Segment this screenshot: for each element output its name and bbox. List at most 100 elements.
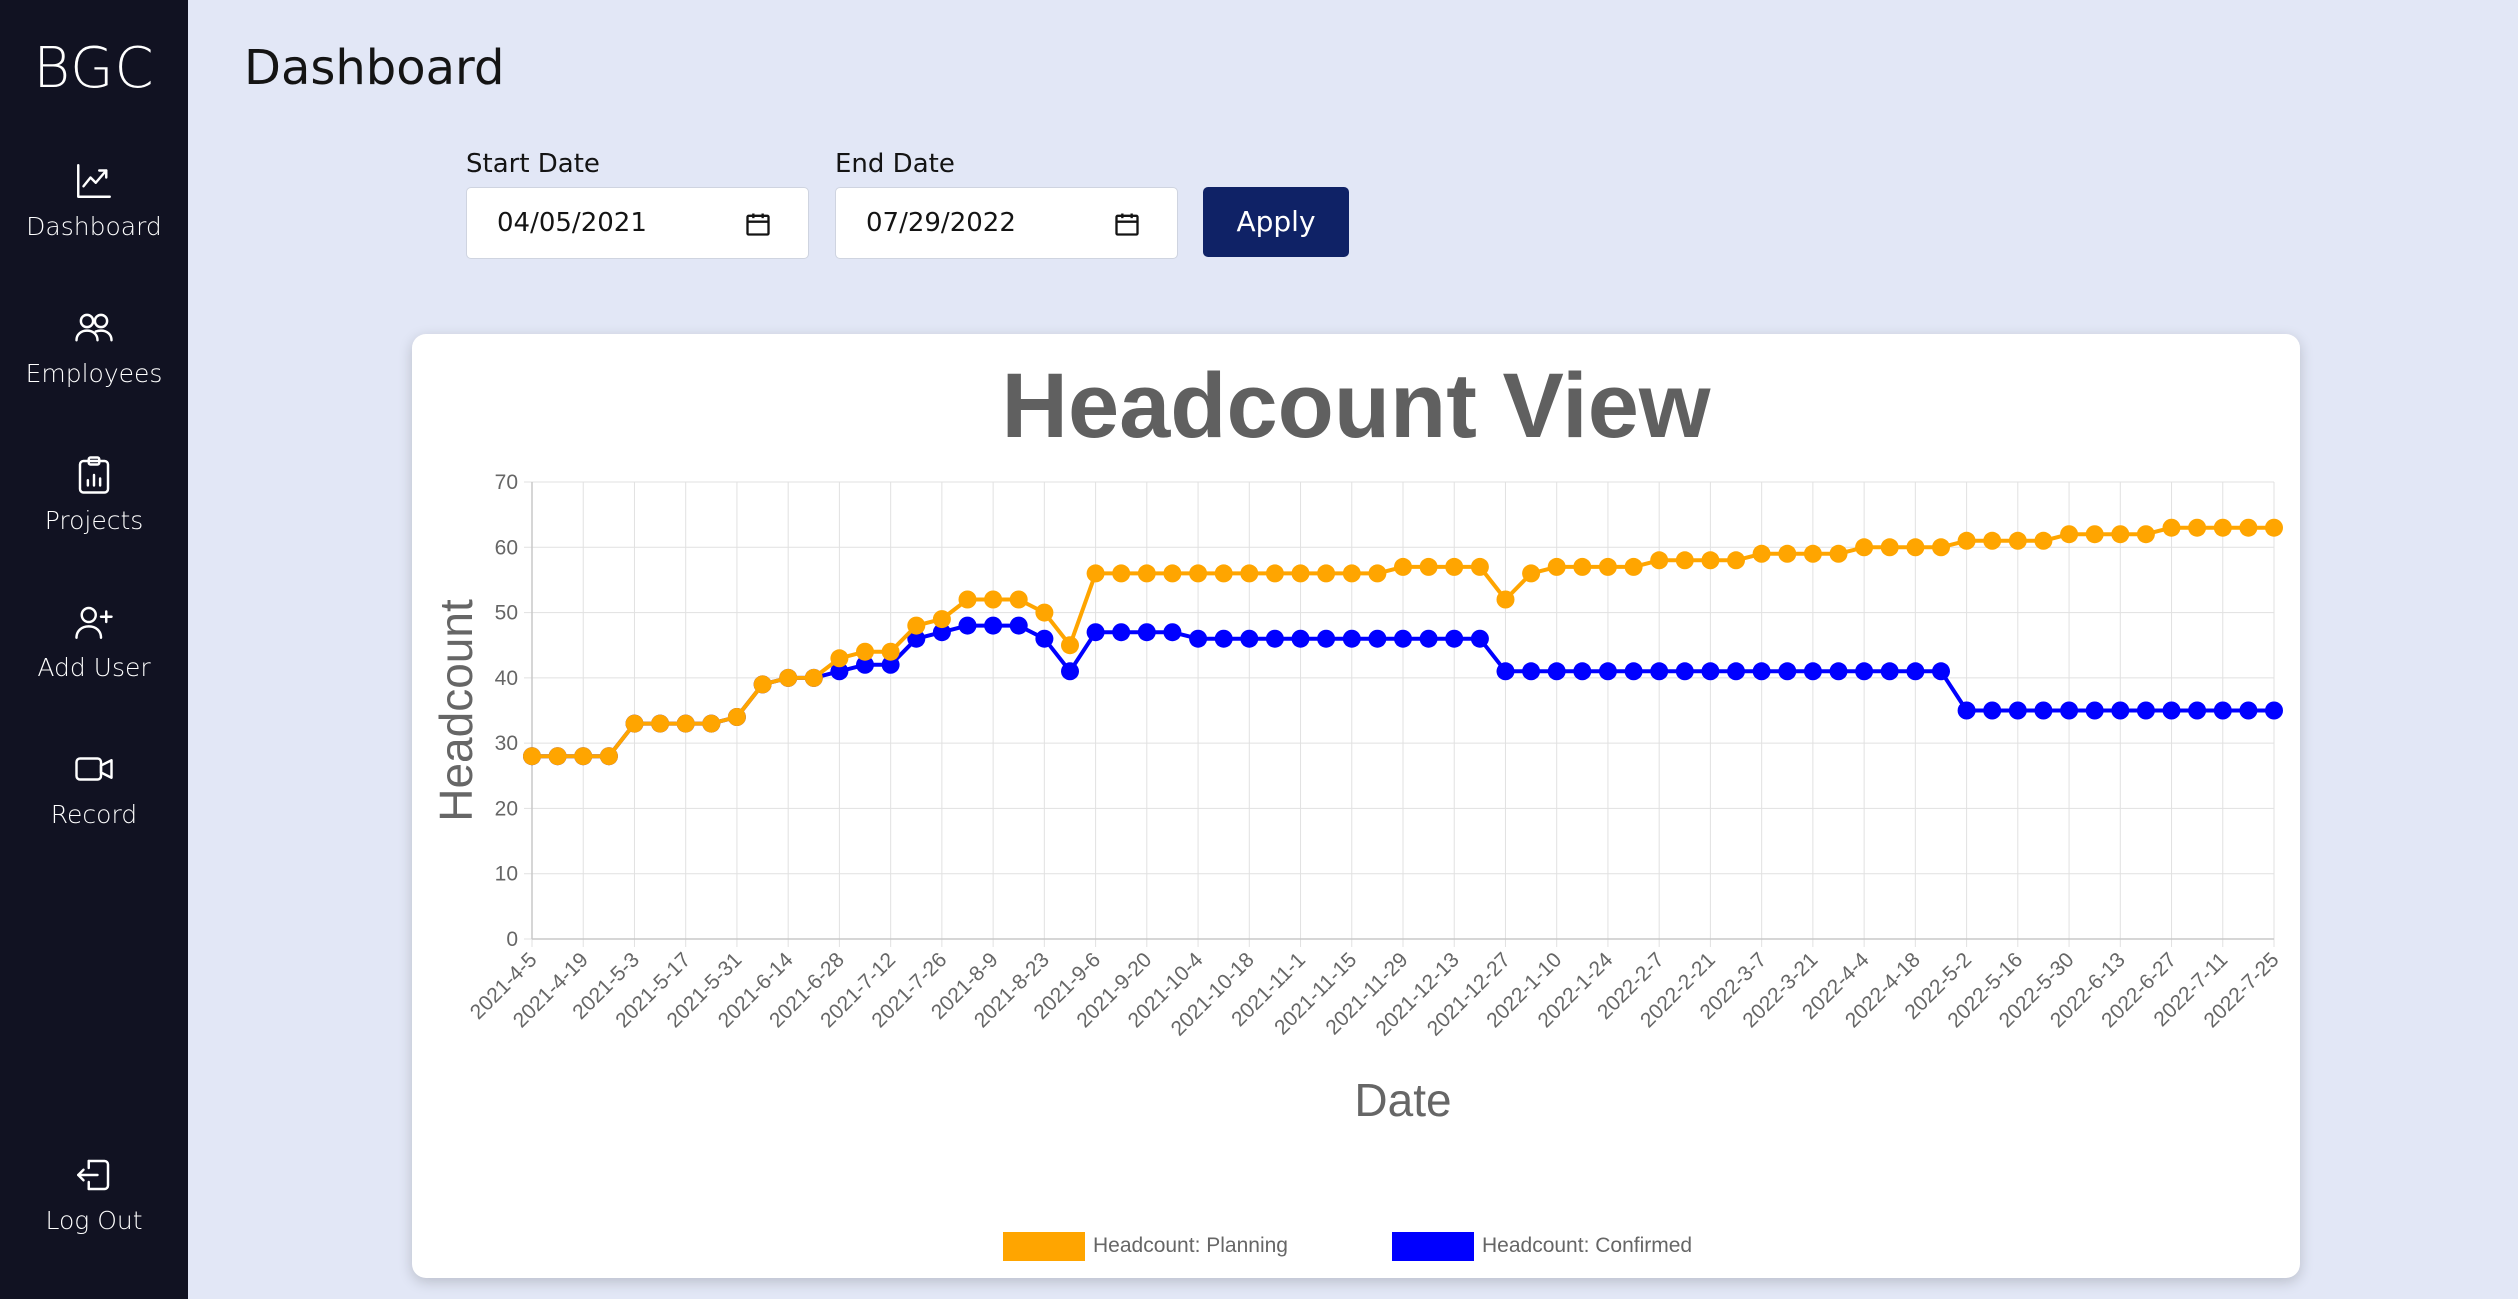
start-date-value: 04/05/2021	[497, 208, 647, 238]
data-point-confirmed	[1906, 662, 1925, 681]
data-point-confirmed	[1061, 662, 1079, 681]
data-point-planning	[1394, 557, 1412, 576]
y-tick-label: 40	[495, 667, 518, 690]
sidebar-item-projects[interactable]: Projects	[0, 454, 188, 535]
calendar-icon[interactable]	[744, 210, 772, 238]
data-point-planning	[2111, 525, 2130, 544]
clipboard-chart-icon	[78, 456, 110, 494]
data-point-confirmed	[1240, 629, 1259, 648]
data-point-planning	[881, 642, 900, 661]
x-axis-title: Date	[1354, 1074, 1451, 1126]
data-point-planning	[1803, 544, 1822, 563]
data-point-planning	[753, 675, 772, 694]
data-point-planning	[1265, 564, 1284, 583]
calendar-icon[interactable]	[1113, 210, 1141, 238]
sidebar-item-record[interactable]: Record	[0, 748, 188, 829]
data-point-confirmed	[1009, 616, 1028, 635]
data-point-confirmed	[1752, 662, 1771, 681]
data-point-confirmed	[1983, 701, 2002, 720]
data-point-planning	[1855, 538, 1874, 557]
data-point-planning	[2162, 518, 2181, 537]
logout-button[interactable]: Log Out	[0, 1154, 188, 1235]
data-point-planning	[1522, 564, 1541, 583]
data-point-planning	[2060, 525, 2079, 544]
data-point-confirmed	[1394, 629, 1412, 648]
y-tick-label: 50	[495, 602, 518, 625]
data-point-planning	[625, 714, 644, 733]
data-point-planning	[984, 590, 1003, 609]
data-point-planning	[1291, 564, 1310, 583]
data-point-planning	[1624, 557, 1643, 576]
data-point-confirmed	[2034, 701, 2053, 720]
data-point-confirmed	[1163, 623, 1182, 642]
sidebar-item-label: Add User	[37, 653, 151, 682]
data-point-planning	[2239, 518, 2258, 537]
chart-tick-labels: 0102030405060702021-4-52021-4-192021-5-3…	[466, 471, 2284, 1040]
data-point-planning	[779, 668, 798, 687]
data-point-confirmed	[2162, 701, 2181, 720]
apply-button[interactable]: Apply	[1203, 187, 1349, 257]
data-point-confirmed	[1470, 629, 1489, 648]
data-point-confirmed	[1445, 629, 1464, 648]
data-point-confirmed	[2136, 701, 2155, 720]
y-tick-label: 20	[495, 797, 518, 820]
data-point-planning	[1112, 564, 1131, 583]
legend-label: Headcount: Confirmed	[1482, 1234, 1693, 1257]
data-point-confirmed	[1547, 662, 1566, 681]
data-point-planning	[1189, 564, 1208, 583]
data-point-confirmed	[2085, 701, 2104, 720]
sidebar-item-dashboard[interactable]: Dashboard	[0, 160, 188, 241]
start-date-label: Start Date	[466, 149, 600, 179]
user-plus-icon	[75, 606, 113, 639]
data-point-planning	[1061, 636, 1079, 655]
brand-logo: BGC	[33, 36, 155, 101]
sidebar-item-label: Projects	[44, 506, 144, 535]
data-point-confirmed	[984, 616, 1003, 635]
data-point-planning	[523, 747, 541, 766]
data-point-planning	[932, 610, 951, 629]
data-point-planning	[1342, 564, 1361, 583]
data-point-planning	[1547, 557, 1566, 576]
data-point-planning	[1778, 544, 1797, 563]
end-date-input[interactable]: 07/29/2022	[835, 187, 1178, 259]
data-point-confirmed	[1342, 629, 1361, 648]
data-point-confirmed	[1701, 662, 1720, 681]
data-point-confirmed	[2213, 701, 2232, 720]
data-point-confirmed	[2008, 701, 2027, 720]
data-point-planning	[907, 616, 926, 635]
data-point-confirmed	[1214, 629, 1233, 648]
data-point-confirmed	[1675, 662, 1694, 681]
data-point-planning	[1214, 564, 1233, 583]
sidebar-item-add-user[interactable]: Add User	[0, 601, 188, 682]
data-point-confirmed	[1573, 662, 1592, 681]
legend-swatch	[1392, 1232, 1474, 1261]
chart-legend: Headcount: Planning Headcount: Confirmed	[412, 1232, 2300, 1262]
data-point-confirmed	[1650, 662, 1669, 681]
headcount-chart: 0102030405060702021-4-52021-4-192021-5-3…	[430, 471, 2284, 1126]
data-point-confirmed	[1189, 629, 1208, 648]
data-point-planning	[1829, 544, 1848, 563]
data-point-planning	[1317, 564, 1336, 583]
data-point-planning	[1035, 603, 1054, 622]
data-point-confirmed	[1265, 629, 1284, 648]
chart-card: 0 10 20 30 40 50 60 70 2021-4-5 2021-4-19 2021-5-3…	[412, 334, 2300, 1278]
data-point-planning	[856, 642, 874, 661]
y-axis-title: Headcount	[430, 599, 482, 822]
data-point-planning	[1009, 590, 1028, 609]
data-point-confirmed	[1598, 662, 1617, 681]
data-point-planning	[1470, 557, 1489, 576]
data-point-confirmed	[958, 616, 977, 635]
start-date-input[interactable]: 04/05/2021	[466, 187, 809, 259]
y-tick-label: 0	[506, 928, 518, 951]
y-tick-label: 30	[495, 732, 518, 755]
data-point-confirmed	[2111, 701, 2130, 720]
data-point-confirmed	[2188, 701, 2207, 720]
data-point-planning	[1137, 564, 1156, 583]
sidebar-item-employees[interactable]: Employees	[0, 307, 188, 388]
chart-line-icon	[77, 164, 111, 198]
data-point-planning	[1086, 564, 1105, 583]
users-icon	[75, 313, 113, 342]
sidebar: BGC Dashboard Employees Projects Add Use…	[0, 0, 188, 1299]
data-point-confirmed	[1727, 662, 1745, 681]
data-point-planning	[651, 714, 670, 733]
